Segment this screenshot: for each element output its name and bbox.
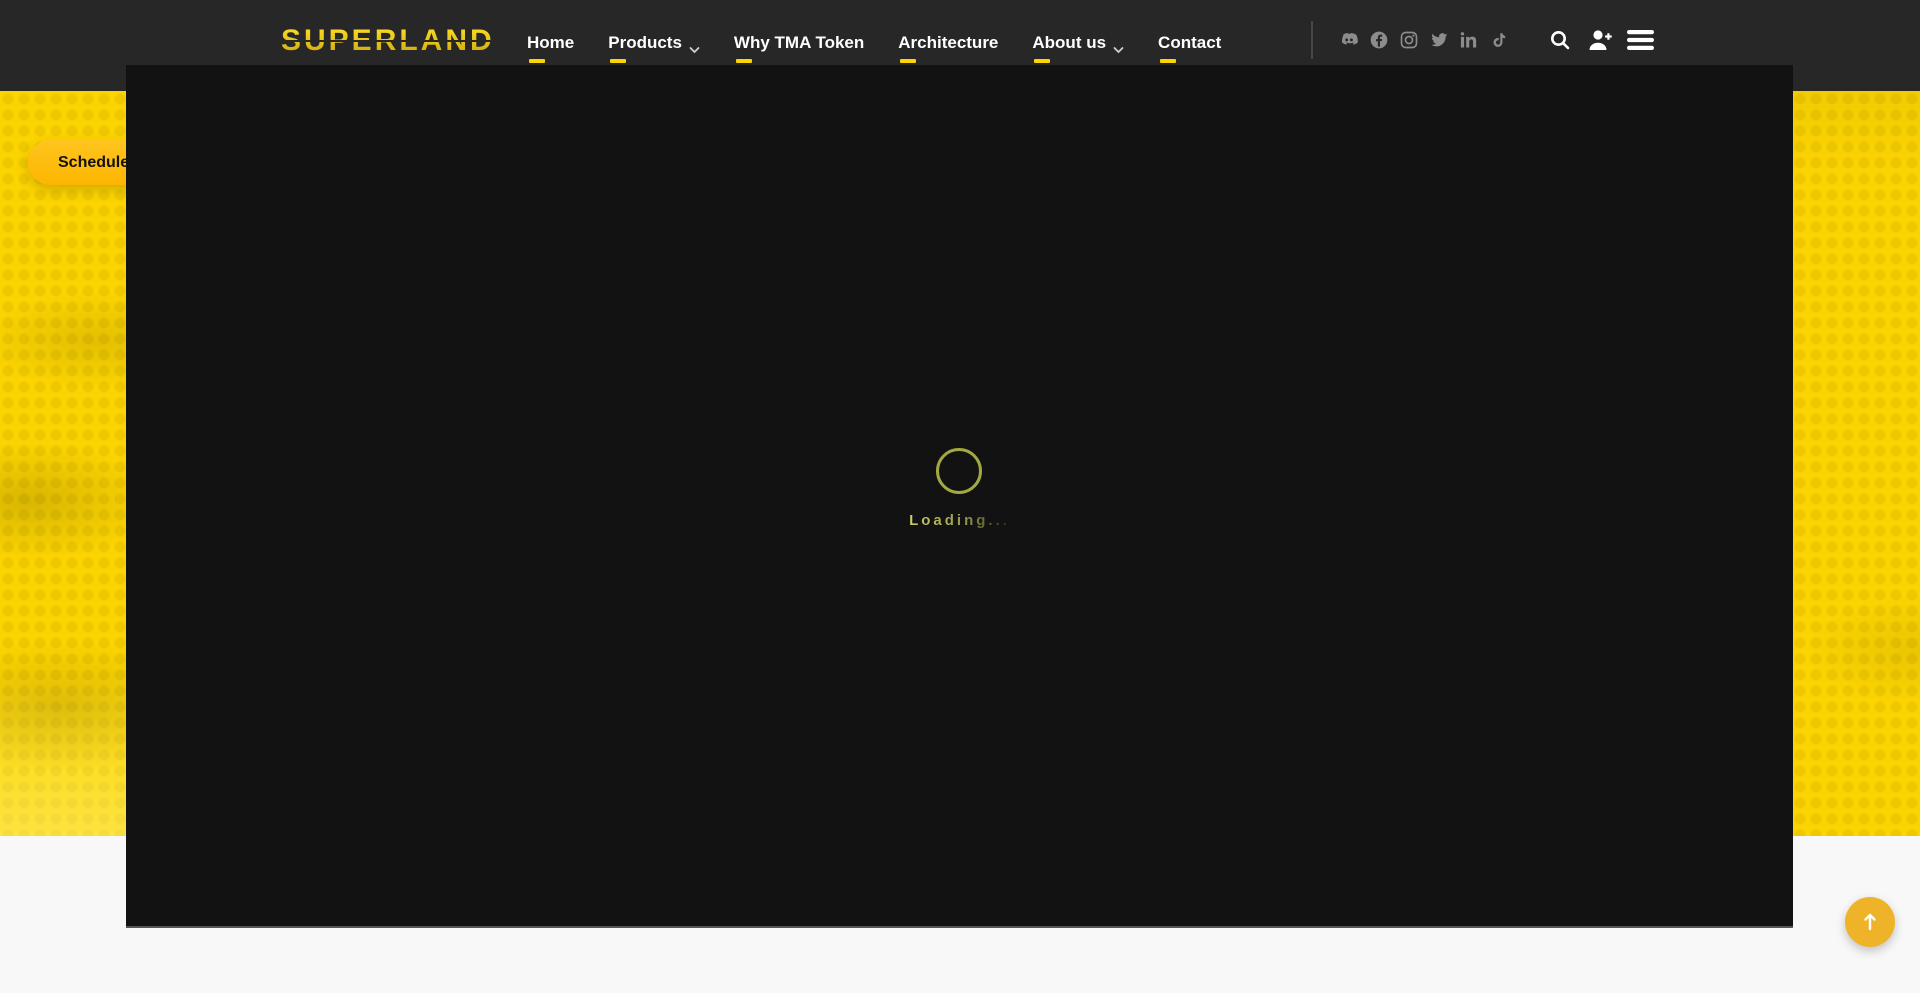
tiktok-icon[interactable]: [1484, 27, 1514, 53]
facebook-icon[interactable]: [1364, 27, 1394, 53]
nav-label: Products: [608, 33, 682, 53]
nav-label: Home: [527, 33, 574, 53]
loading-spinner-icon: [936, 448, 982, 494]
nav-label: Contact: [1158, 33, 1221, 53]
social-links: [1334, 27, 1514, 53]
left-deco-waves: [0, 91, 126, 836]
right-deco-waves: [1793, 91, 1920, 836]
chevron-down-icon: [1113, 39, 1124, 59]
nav-label: About us: [1032, 33, 1106, 53]
instagram-icon[interactable]: [1394, 27, 1424, 53]
main-nav: Home Products Why TMA Token Architecture…: [527, 33, 1255, 59]
nav-item-why-tma-token[interactable]: Why TMA Token: [734, 33, 864, 59]
nav-item-architecture[interactable]: Architecture: [898, 33, 998, 59]
search-button[interactable]: [1543, 24, 1577, 58]
search-icon: [1548, 28, 1572, 55]
nav-item-contact[interactable]: Contact: [1158, 33, 1221, 59]
nav-item-about-us[interactable]: About us: [1032, 33, 1124, 59]
hero-loading-panel: Loading...: [126, 65, 1793, 928]
menu-button[interactable]: [1623, 24, 1657, 58]
linkedin-icon[interactable]: [1454, 27, 1484, 53]
nav-label: Why TMA Token: [734, 33, 864, 53]
arrow-up-icon: [1862, 911, 1878, 934]
add-user-icon: [1586, 27, 1614, 56]
scroll-to-top-button[interactable]: [1845, 897, 1895, 947]
chevron-down-icon: [689, 39, 700, 59]
schedule-label: Schedule: [58, 154, 129, 171]
hamburger-menu-icon: [1627, 29, 1654, 54]
header-divider: [1311, 21, 1313, 59]
nav-item-products[interactable]: Products: [608, 33, 700, 59]
nav-item-home[interactable]: Home: [527, 33, 574, 59]
nav-label: Architecture: [898, 33, 998, 53]
twitter-icon[interactable]: [1424, 27, 1454, 53]
loader: Loading...: [909, 448, 1010, 529]
discord-icon[interactable]: [1334, 27, 1364, 53]
brand-logo[interactable]: SUPERLAND: [281, 27, 495, 55]
header-actions: [1537, 24, 1657, 58]
add-user-button[interactable]: [1583, 24, 1617, 58]
loading-text: Loading...: [909, 512, 1010, 529]
